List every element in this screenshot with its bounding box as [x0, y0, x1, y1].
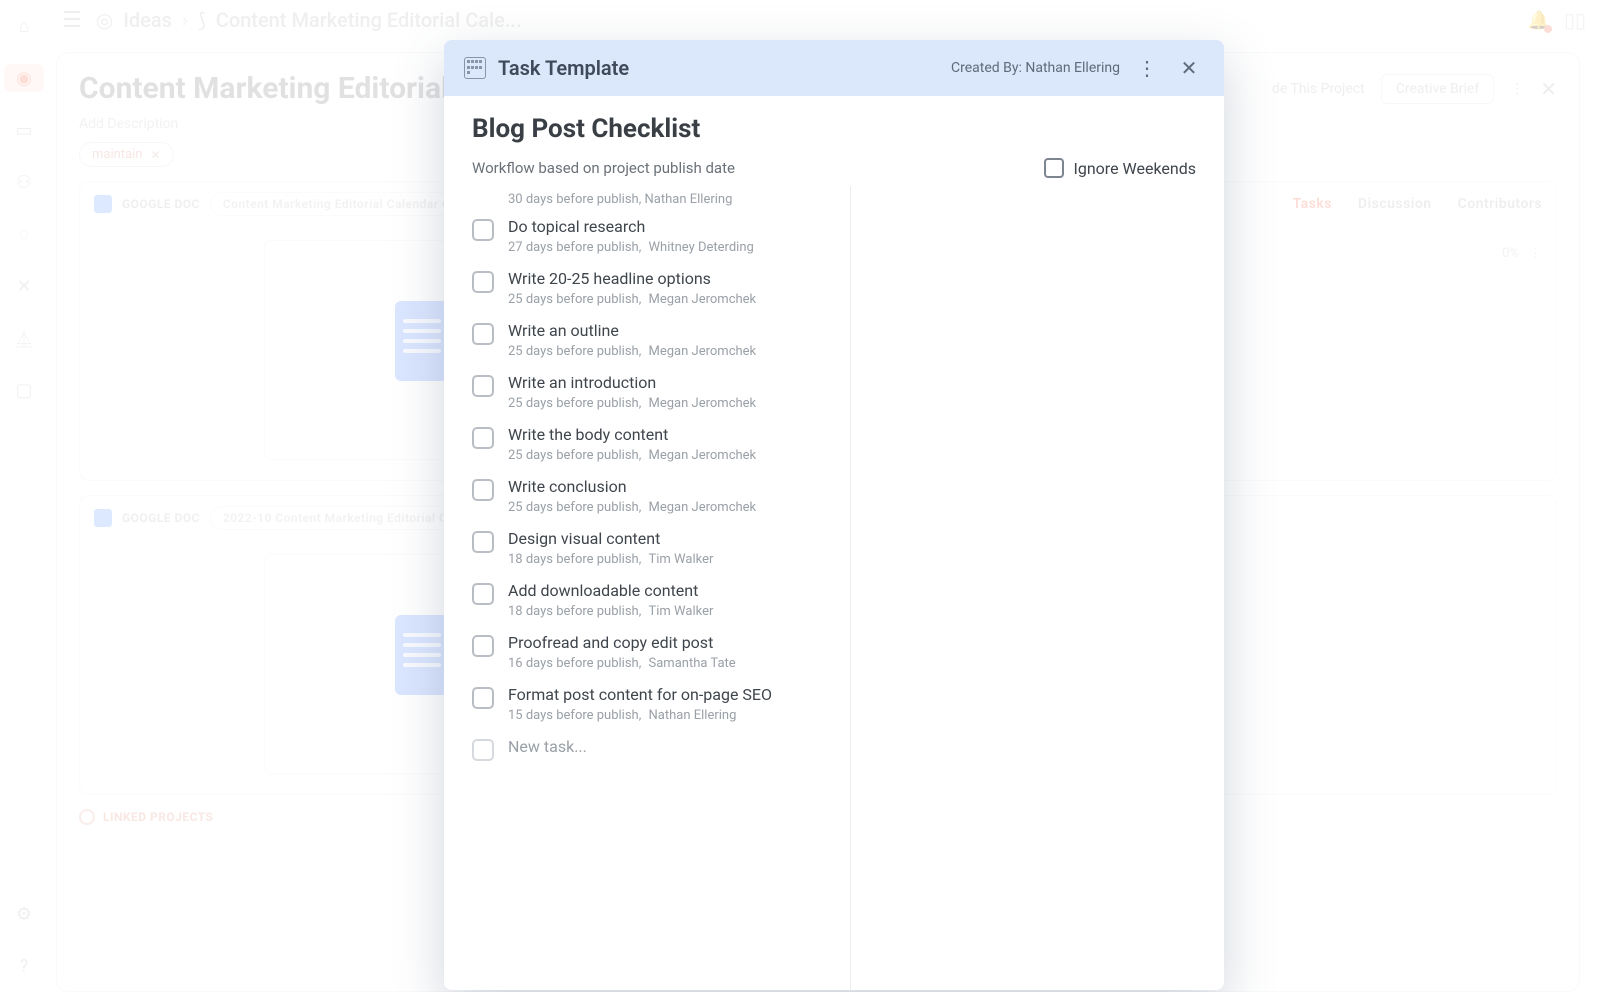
task-title: Write an outline: [508, 321, 840, 340]
new-task-row[interactable]: New task...: [472, 723, 850, 761]
task-checkbox[interactable]: [472, 531, 494, 553]
task-row[interactable]: Write conclusion 25 days before publish, …: [472, 463, 850, 515]
task-days: 25 days before publish,: [508, 500, 641, 515]
task-title: Write 20-25 headline options: [508, 269, 840, 288]
task-meta: 15 days before publish, Nathan Ellering: [508, 708, 840, 723]
task-list: 30 days before publish, Nathan Ellering …: [444, 186, 850, 990]
ignore-weekends-checkbox[interactable]: [1044, 158, 1064, 178]
task-owner: Megan Jeromchek: [649, 500, 757, 515]
task-checkbox[interactable]: [472, 219, 494, 241]
task-meta: 25 days before publish, Megan Jeromchek: [508, 500, 840, 515]
modal-more-icon[interactable]: ⋮: [1132, 56, 1162, 80]
new-task-checkbox[interactable]: [472, 739, 494, 761]
task-meta: 18 days before publish, Tim Walker: [508, 552, 840, 567]
task-template-modal: Task Template Created By: Nathan Ellerin…: [444, 40, 1224, 990]
task-meta: 16 days before publish, Samantha Tate: [508, 656, 840, 671]
created-by: Created By: Nathan Ellering: [951, 60, 1120, 76]
task-owner: Samantha Tate: [649, 656, 736, 671]
task-row[interactable]: Do topical research 27 days before publis…: [472, 217, 850, 255]
task-owner: Megan Jeromchek: [649, 448, 757, 463]
task-owner: Nathan Ellering: [649, 708, 737, 723]
task-row[interactable]: Write an introduction 25 days before publ…: [472, 359, 850, 411]
task-title: Do topical research: [508, 217, 840, 236]
task-title: Write an introduction: [508, 373, 840, 392]
modal-subheader: Blog Post Checklist Workflow based on pr…: [444, 96, 1224, 186]
task-meta-partial: 30 days before publish, Nathan Ellering: [472, 192, 850, 217]
new-task-label[interactable]: New task...: [508, 737, 840, 756]
task-row[interactable]: Write an outline 25 days before publish, …: [472, 307, 850, 359]
task-row[interactable]: Write the body content 25 days before pub…: [472, 411, 850, 463]
task-days: 15 days before publish,: [508, 708, 641, 723]
task-meta: 25 days before publish, Megan Jeromchek: [508, 448, 840, 463]
task-title: Format post content for on-page SEO: [508, 685, 840, 704]
task-owner: Megan Jeromchek: [649, 396, 757, 411]
task-title: Write conclusion: [508, 477, 840, 496]
task-days: 16 days before publish,: [508, 656, 641, 671]
task-row[interactable]: Write 20-25 headline options 25 days befo…: [472, 255, 850, 307]
task-days: 18 days before publish,: [508, 604, 641, 619]
task-checkbox[interactable]: [472, 479, 494, 501]
task-row[interactable]: Format post content for on-page SEO 15 da…: [472, 671, 850, 723]
task-days: 18 days before publish,: [508, 552, 641, 567]
task-checkbox[interactable]: [472, 323, 494, 345]
task-meta: 25 days before publish, Megan Jeromchek: [508, 344, 840, 359]
workflow-label: Workflow based on project publish date: [472, 159, 735, 177]
task-owner: Tim Walker: [649, 604, 714, 619]
task-checkbox[interactable]: [472, 271, 494, 293]
task-owner: Tim Walker: [649, 552, 714, 567]
task-checkbox[interactable]: [472, 687, 494, 709]
task-title: Write the body content: [508, 425, 840, 444]
modal-title: Task Template: [498, 56, 629, 80]
task-owner: Megan Jeromchek: [649, 344, 757, 359]
task-meta: 27 days before publish, Whitney Deterdin…: [508, 240, 840, 255]
task-meta: 25 days before publish, Megan Jeromchek: [508, 292, 840, 307]
task-row[interactable]: Proofread and copy edit post 16 days befo…: [472, 619, 850, 671]
modal-body: 30 days before publish, Nathan Ellering …: [444, 186, 1224, 990]
task-checkbox[interactable]: [472, 635, 494, 657]
template-icon: [464, 57, 486, 79]
modal-header: Task Template Created By: Nathan Ellerin…: [444, 40, 1224, 96]
task-title: Design visual content: [508, 529, 840, 548]
task-title: Proofread and copy edit post: [508, 633, 840, 652]
task-days: 27 days before publish,: [508, 240, 641, 255]
task-row[interactable]: Add downloadable content 18 days before p…: [472, 567, 850, 619]
task-days: 25 days before publish,: [508, 396, 641, 411]
task-meta: 25 days before publish, Megan Jeromchek: [508, 396, 840, 411]
task-checkbox[interactable]: [472, 427, 494, 449]
task-title: Add downloadable content: [508, 581, 840, 600]
task-checkbox[interactable]: [472, 583, 494, 605]
task-days: 25 days before publish,: [508, 292, 641, 307]
task-detail-pane: [851, 186, 1224, 990]
task-checkbox[interactable]: [472, 375, 494, 397]
task-owner: Megan Jeromchek: [649, 292, 757, 307]
task-days: 25 days before publish,: [508, 344, 641, 359]
task-days: 25 days before publish,: [508, 448, 641, 463]
task-meta: 18 days before publish, Tim Walker: [508, 604, 840, 619]
ignore-weekends-label: Ignore Weekends: [1074, 159, 1197, 178]
task-row[interactable]: Design visual content 18 days before publ…: [472, 515, 850, 567]
modal-close-icon[interactable]: ✕: [1174, 56, 1204, 80]
checklist-title: Blog Post Checklist: [472, 114, 1196, 144]
task-owner: Whitney Deterding: [649, 240, 754, 255]
